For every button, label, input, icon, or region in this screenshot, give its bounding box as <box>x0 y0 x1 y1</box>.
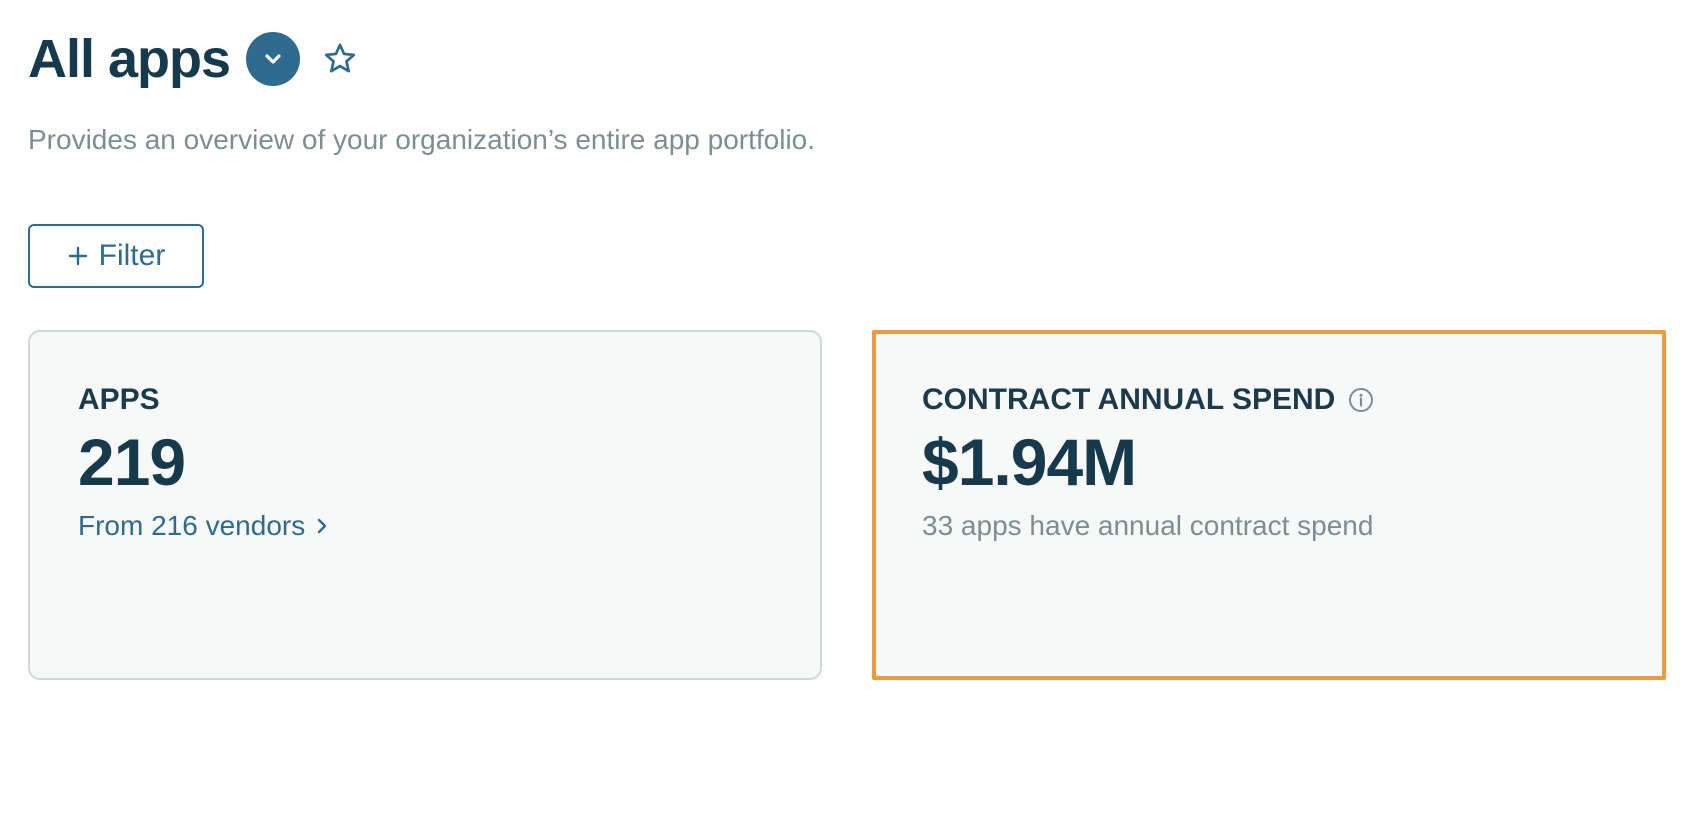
filter-button-label: Filter <box>98 239 166 272</box>
apps-card: APPS 219 From 216 vendors <box>28 330 822 680</box>
title-row: All apps <box>28 28 362 90</box>
plus-icon <box>68 246 87 266</box>
vendors-link[interactable]: From 216 vendors <box>78 510 329 542</box>
apps-card-content: APPS 219 From 216 vendors <box>78 382 800 542</box>
page-subtitle: Provides an overview of your organizatio… <box>28 124 816 155</box>
view-dropdown-button[interactable] <box>246 32 301 86</box>
spend-card-label-text: CONTRACT ANNUAL SPEND <box>922 383 1336 416</box>
apps-count: 219 <box>78 425 186 499</box>
chevron-down-icon <box>265 54 281 64</box>
star-icon <box>324 43 356 73</box>
page: All apps Provides an overview of your or… <box>28 0 1668 814</box>
spend-card-label: CONTRACT ANNUAL SPEND <box>922 382 1642 418</box>
spend-card-content: CONTRACT ANNUAL SPEND $1.94M 33 apps hav… <box>922 382 1642 542</box>
page-title: All apps <box>28 29 231 89</box>
chevron-right-icon <box>318 518 327 534</box>
apps-card-label-text: APPS <box>78 383 160 416</box>
favorite-button[interactable] <box>318 37 362 81</box>
add-filter-button[interactable]: Filter <box>28 224 204 288</box>
info-icon[interactable] <box>1347 386 1375 414</box>
apps-card-label: APPS <box>78 382 800 418</box>
spend-card-note: 33 apps have annual contract spend <box>922 510 1374 541</box>
contract-annual-spend-value: $1.94M <box>922 425 1137 499</box>
contract-annual-spend-card[interactable]: CONTRACT ANNUAL SPEND $1.94M 33 apps hav… <box>872 330 1666 680</box>
vendors-link-text: From 216 vendors <box>78 510 306 541</box>
